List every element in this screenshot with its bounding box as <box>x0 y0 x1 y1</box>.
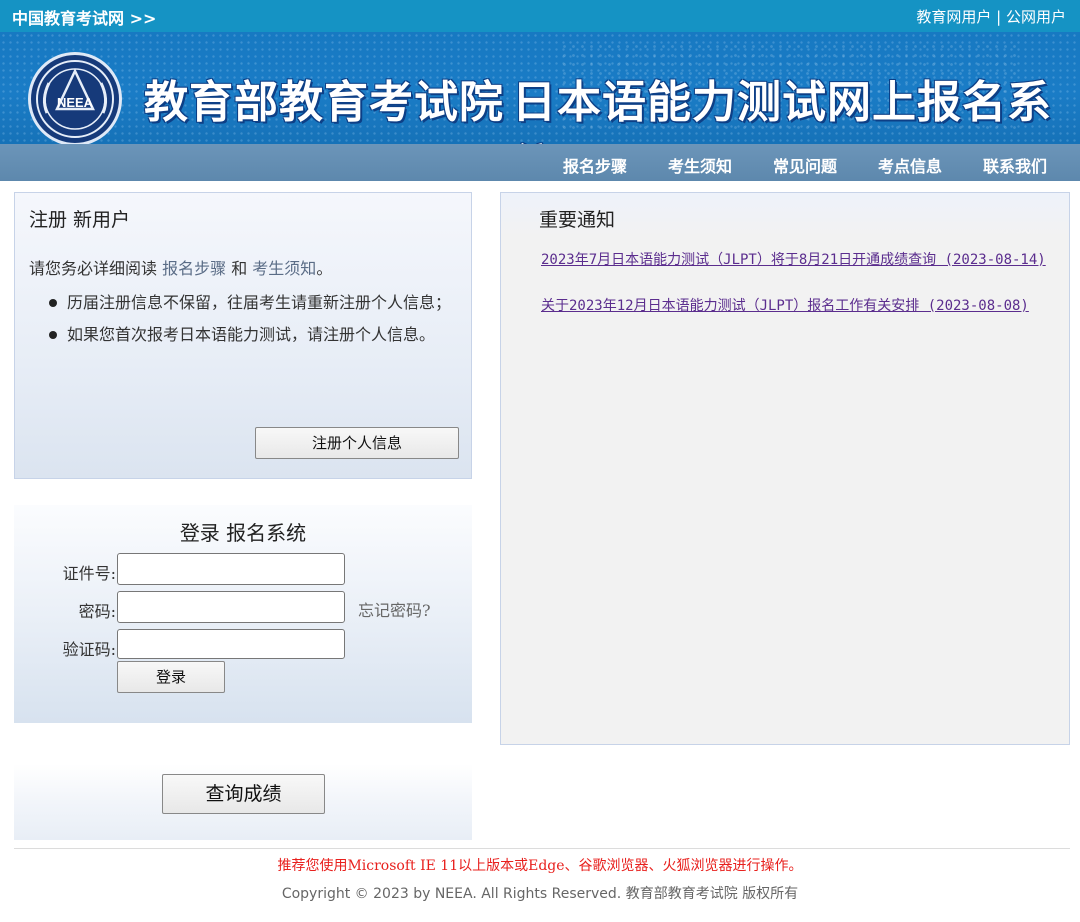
user-type-separator: | <box>991 8 1006 26</box>
score-panel: 查询成绩 <box>14 764 472 840</box>
intro-suffix: 。 <box>316 259 333 278</box>
captcha-input[interactable] <box>117 629 345 659</box>
nav-item-steps[interactable]: 报名步骤 <box>563 153 627 177</box>
login-panel: 登录 报名系统 证件号: 密码: 忘记密码? 验证码: 登录 <box>14 505 472 723</box>
intro-link-steps[interactable]: 报名步骤 <box>162 259 226 278</box>
intro-link-notice[interactable]: 考生须知 <box>252 259 316 278</box>
intro-and: 和 <box>226 259 253 278</box>
system-title: 日本语能力测试网上报名系统 <box>512 77 1052 144</box>
notice-panel: 重要通知 2023年7月日本语能力测试（JLPT）将于8月21日开通成绩查询 (… <box>500 192 1070 745</box>
neea-emblem-icon: NEEA <box>36 60 114 138</box>
intro-prefix: 请您务必详细阅读 <box>29 259 163 278</box>
edu-user-link[interactable]: 教育网用户 <box>916 8 991 26</box>
id-label: 证件号: <box>62 564 116 583</box>
public-user-link[interactable]: 公网用户 <box>1006 8 1066 26</box>
register-note: 如果您首次报考日本语能力测试，请注册个人信息。 <box>49 321 459 349</box>
register-button[interactable]: 注册个人信息 <box>255 427 459 459</box>
login-heading: 登录 报名系统 <box>179 521 307 545</box>
user-type-switch: 教育网用户 | 公网用户 <box>916 6 1066 27</box>
forgot-password-link[interactable]: 忘记密码? <box>358 597 431 621</box>
notice-link[interactable]: 2023年7月日本语能力测试（JLPT）将于8月21日开通成绩查询 (2023-… <box>541 251 1057 269</box>
notice-link[interactable]: 关于2023年12月日本语能力测试（JLPT）报名工作有关安排 (2023-08… <box>541 297 1057 315</box>
main-nav: 报名步骤 考生须知 常见问题 考点信息 联系我们 <box>0 144 1080 181</box>
nav-item-faq[interactable]: 常见问题 <box>773 153 837 177</box>
register-heading: 注册 新用户 <box>29 209 131 231</box>
footer-divider <box>14 848 1070 849</box>
notice-heading: 重要通知 <box>539 209 616 231</box>
register-note: 历届注册信息不保留，往届考生请重新注册个人信息； <box>49 289 459 317</box>
top-bar: 中国教育考试网 >> 教育网用户 | 公网用户 <box>0 0 1080 32</box>
neea-logo: NEEA <box>28 52 122 144</box>
copyright: Copyright © 2023 by NEEA. All Rights Res… <box>281 886 799 902</box>
id-number-input[interactable] <box>117 553 345 585</box>
org-title: 教育部教育考试院 <box>144 77 504 128</box>
password-label: 密码: <box>78 602 116 621</box>
site-home-link[interactable]: 中国教育考试网 >> <box>12 5 156 29</box>
header-banner: NEEA 教育部教育考试院 日本语能力测试网上报名系统 <box>0 32 1080 144</box>
register-notes: 历届注册信息不保留，往届考生请重新注册个人信息； 如果您首次报考日本语能力测试，… <box>49 289 459 353</box>
password-input[interactable] <box>117 591 345 623</box>
browser-recommendation: 推荐您使用Microsoft IE 11以上版本或Edge、谷歌浏览器、火狐浏览… <box>277 858 803 874</box>
register-intro: 请您务必详细阅读 报名步骤 和 考生须知。 <box>29 255 332 279</box>
query-score-button[interactable]: 查询成绩 <box>162 774 325 814</box>
nav-item-notice[interactable]: 考生须知 <box>668 153 732 177</box>
login-button[interactable]: 登录 <box>117 661 225 693</box>
nav-item-contact[interactable]: 联系我们 <box>983 153 1047 177</box>
nav-item-test-sites[interactable]: 考点信息 <box>878 153 942 177</box>
logo-text: NEEA <box>57 95 94 110</box>
captcha-label: 验证码: <box>62 640 116 659</box>
register-panel: 注册 新用户 请您务必详细阅读 报名步骤 和 考生须知。 历届注册信息不保留，往… <box>14 192 472 479</box>
